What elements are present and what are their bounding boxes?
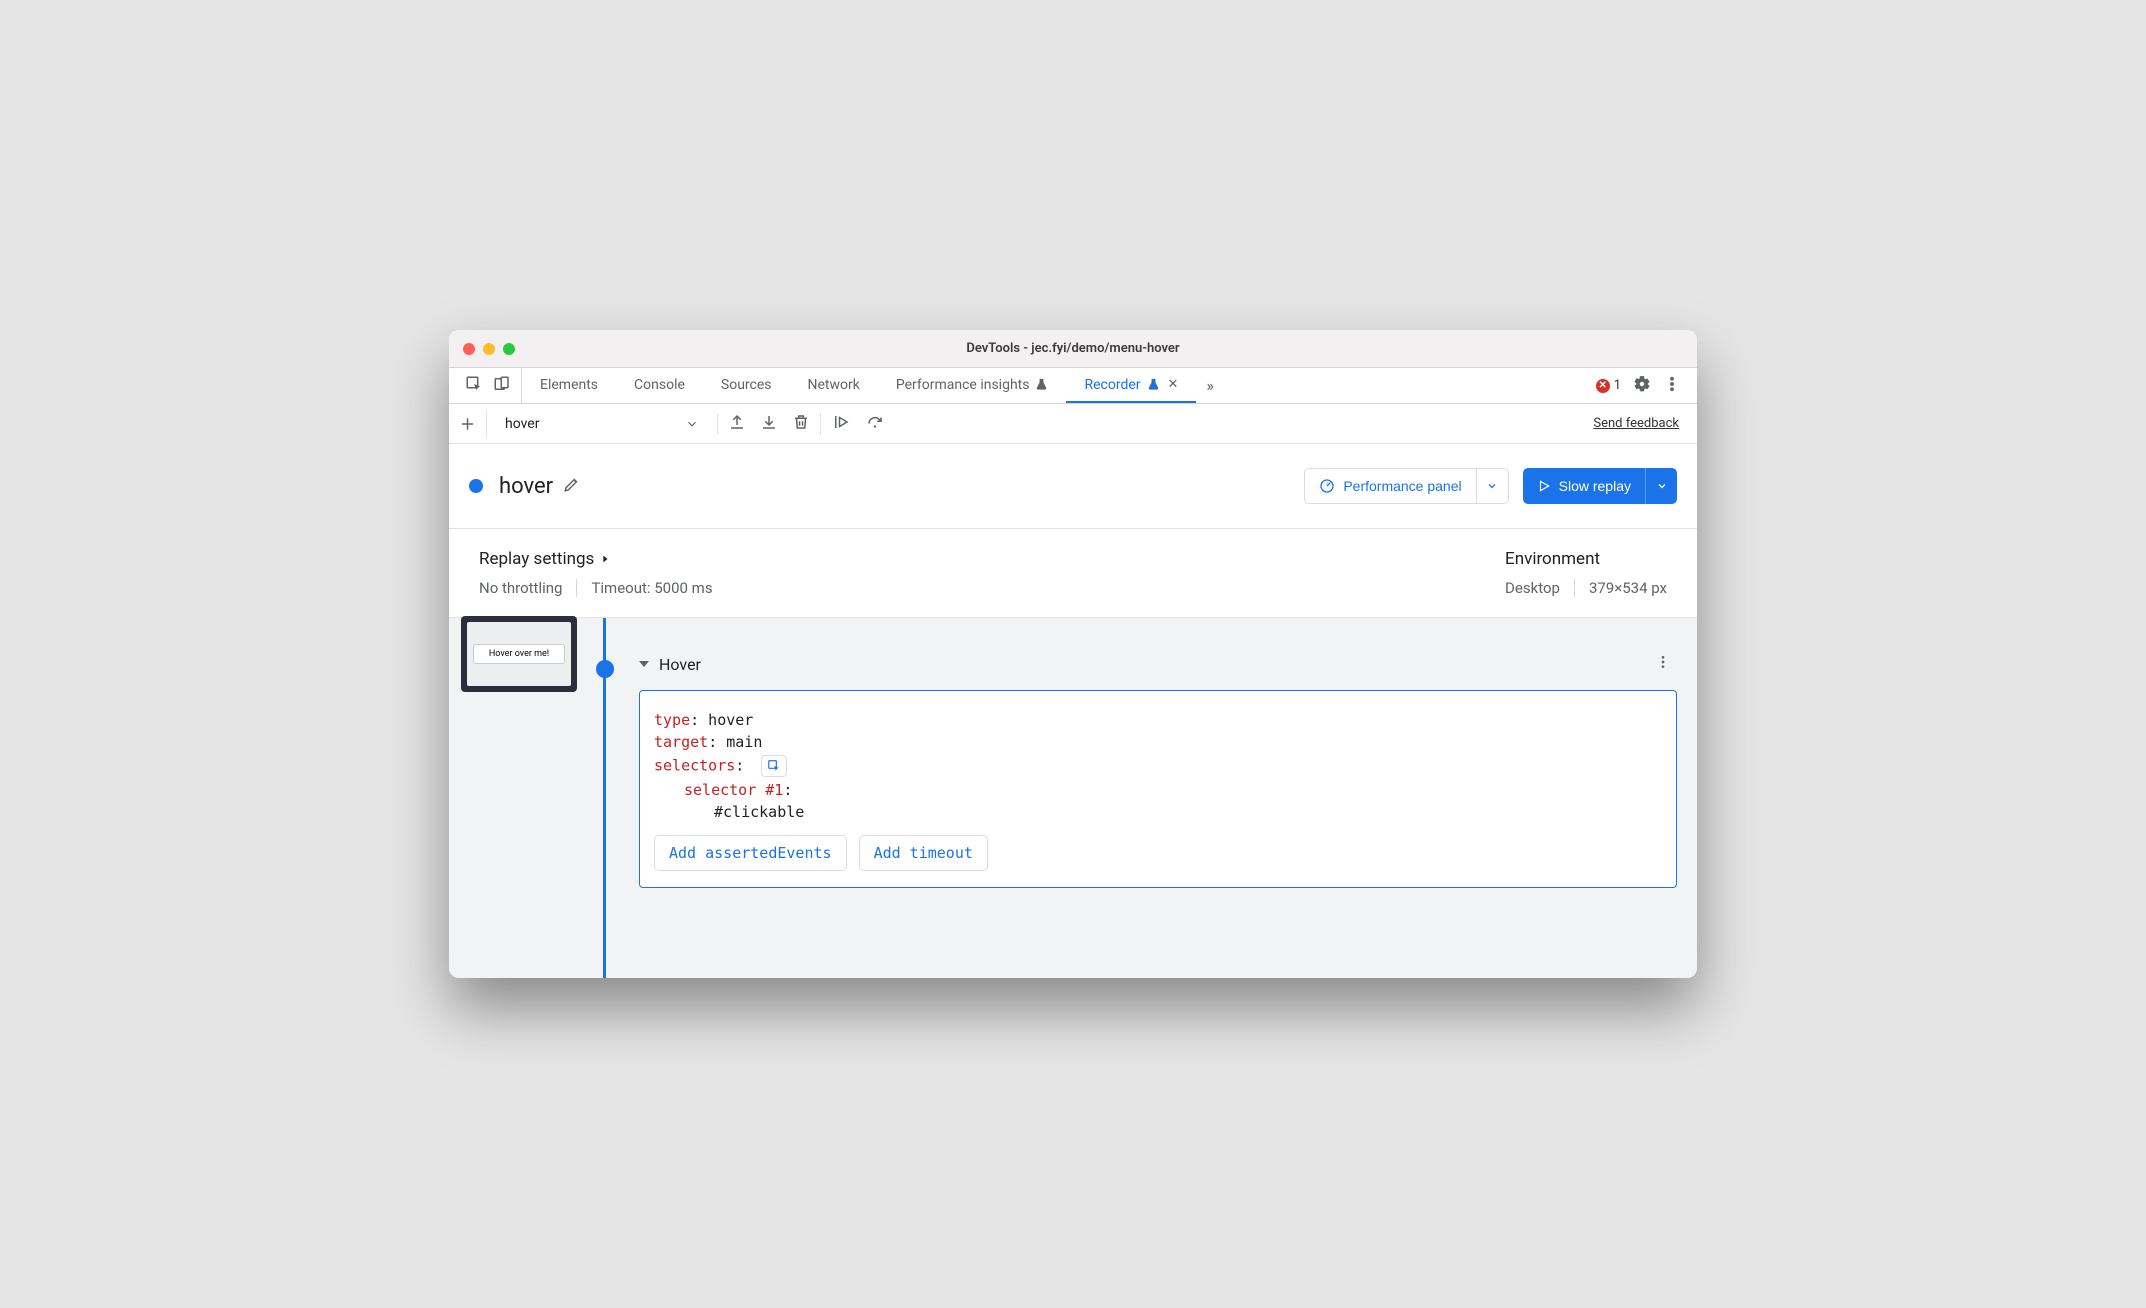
traffic-lights [463, 343, 515, 355]
tab-network[interactable]: Network [790, 368, 878, 403]
new-recording-button[interactable] [459, 410, 487, 438]
thumb-button-label: Hover over me! [473, 644, 565, 664]
recorder-toolbar: hover Send feedback [449, 404, 1697, 444]
tab-console[interactable]: Console [616, 368, 703, 403]
recording-select[interactable]: hover [497, 410, 707, 438]
add-asserted-events-button[interactable]: Add assertedEvents [654, 835, 847, 871]
settings-icon[interactable] [1633, 375, 1651, 397]
step-over-icon[interactable] [865, 413, 885, 435]
delete-icon[interactable] [792, 413, 810, 435]
timeline-track [589, 618, 619, 978]
slow-replay-dropdown[interactable] [1645, 468, 1677, 504]
kv-selector1-key: selector #1 [684, 781, 783, 799]
recording-title: hover [499, 474, 553, 499]
tab-elements[interactable]: Elements [522, 368, 616, 403]
more-vert-icon[interactable] [1663, 375, 1681, 397]
add-timeout-button[interactable]: Add timeout [859, 835, 988, 871]
step-header[interactable]: Hover [639, 654, 1677, 674]
error-icon: ✕ [1596, 379, 1610, 393]
devtools-window: DevTools - jec.fyi/demo/menu-hover Eleme… [449, 330, 1697, 978]
tab-sources[interactable]: Sources [703, 368, 790, 403]
throttling-value: No throttling [479, 579, 562, 597]
recording-header: hover Performance panel Slow replay [449, 444, 1697, 529]
error-count: 1 [1614, 378, 1621, 393]
gauge-icon [1319, 478, 1335, 494]
edit-title-icon[interactable] [563, 475, 581, 497]
devtools-tabbar: Elements Console Sources Network Perform… [449, 368, 1697, 404]
close-tab-icon[interactable]: ✕ [1168, 377, 1179, 392]
kv-type-val[interactable]: : hover [690, 711, 753, 729]
maximize-window-button[interactable] [503, 343, 515, 355]
kv-target-key: target [654, 733, 708, 751]
step-icon[interactable] [831, 413, 851, 435]
error-badge[interactable]: ✕ 1 [1596, 378, 1621, 393]
step-name: Hover [659, 655, 701, 674]
timeline-dot [596, 660, 614, 678]
more-tabs-icon[interactable]: » [1196, 376, 1224, 395]
kv-type-key: type [654, 711, 690, 729]
performance-panel-dropdown[interactable] [1477, 468, 1509, 504]
kv-selector1-val[interactable]: #clickable [714, 803, 804, 821]
flask-icon [1035, 378, 1048, 391]
import-icon[interactable] [760, 413, 778, 435]
environment-size: 379×534 px [1589, 579, 1667, 597]
performance-panel-button[interactable]: Performance panel [1304, 468, 1476, 504]
tab-performance-insights[interactable]: Performance insights [878, 368, 1067, 403]
inspect-icon [767, 759, 781, 773]
step-thumbnail[interactable]: Hover over me! [461, 616, 577, 692]
recording-select-value: hover [505, 416, 539, 432]
slow-replay-button[interactable]: Slow replay [1523, 468, 1645, 504]
recording-status-dot [469, 479, 483, 493]
replay-settings-toggle[interactable]: Replay settings [479, 549, 1505, 569]
step-detail: type: hover target: main selectors: sele… [639, 690, 1677, 888]
timeline-pane: Hover over me! Hover type: hover ta [449, 618, 1697, 978]
play-icon [1537, 479, 1551, 493]
window-title: DevTools - jec.fyi/demo/menu-hover [449, 341, 1697, 356]
chevron-down-icon [685, 417, 699, 431]
minimize-window-button[interactable] [483, 343, 495, 355]
step-more-icon[interactable] [1655, 654, 1671, 674]
device-toggle-icon[interactable] [493, 375, 511, 397]
kv-selectors-key: selectors [654, 757, 735, 775]
chevron-right-icon [600, 553, 610, 565]
thumbnail-column: Hover over me! [449, 618, 589, 978]
caret-down-icon [639, 661, 649, 667]
environment-heading: Environment [1505, 549, 1600, 569]
close-window-button[interactable] [463, 343, 475, 355]
timeout-value: Timeout: 5000 ms [591, 579, 712, 597]
settings-row: Replay settings No throttling Timeout: 5… [449, 529, 1697, 618]
kv-target-val[interactable]: : main [708, 733, 762, 751]
panel-tabs: Elements Console Sources Network Perform… [522, 368, 1224, 403]
tab-recorder[interactable]: Recorder ✕ [1066, 368, 1196, 403]
chevron-down-icon [1486, 480, 1498, 492]
pick-selector-button[interactable] [761, 755, 787, 777]
chevron-down-icon [1656, 480, 1668, 492]
environment-device: Desktop [1505, 579, 1560, 597]
flask-icon [1147, 378, 1160, 391]
titlebar: DevTools - jec.fyi/demo/menu-hover [449, 330, 1697, 368]
export-icon[interactable] [728, 413, 746, 435]
inspect-icon[interactable] [465, 375, 483, 397]
send-feedback-link[interactable]: Send feedback [1593, 416, 1679, 431]
